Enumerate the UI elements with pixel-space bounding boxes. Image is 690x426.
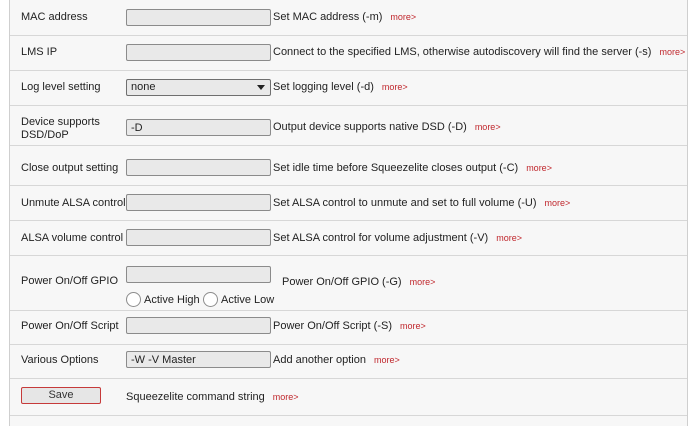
power-script-description: Power On/Off Script (-S) more> xyxy=(273,320,426,333)
unmute-alsa-desc-text: Set ALSA control to unmute and set to fu… xyxy=(273,197,537,209)
various-options-desc-text: Add another option xyxy=(273,354,366,366)
close-output-desc-text: Set idle time before Squeezelite closes … xyxy=(273,162,519,174)
unmute-alsa-input[interactable] xyxy=(126,194,271,211)
log-level-more-link[interactable]: more> xyxy=(382,82,408,92)
alsa-volume-label: ALSA volume control xyxy=(21,232,124,244)
close-output-label: Close output setting xyxy=(21,162,119,174)
lms-ip-desc-text: Connect to the specified LMS, otherwise … xyxy=(273,46,652,58)
power-script-desc-text: Power On/Off Script (-S) xyxy=(273,320,392,332)
row-save xyxy=(10,378,687,416)
log-level-select[interactable]: none xyxy=(126,79,271,96)
log-level-label: Log level setting xyxy=(21,81,101,93)
active-high-radio[interactable] xyxy=(126,292,141,307)
row-various-options: Various Options Add another option more> xyxy=(10,344,687,379)
mac-address-description: Set MAC address (-m) more> xyxy=(273,11,416,24)
lms-ip-input[interactable] xyxy=(126,44,271,61)
settings-panel: MAC address Set MAC address (-m) more> LM… xyxy=(9,0,688,426)
mac-address-desc-text: Set MAC address (-m) xyxy=(273,11,383,23)
row-dsd-dop: Device supports DSD/DoP Output device su… xyxy=(10,105,687,146)
power-gpio-label: Power On/Off GPIO xyxy=(21,275,118,287)
alsa-volume-more-link[interactable]: more> xyxy=(496,233,522,243)
save-button[interactable]: Save xyxy=(21,387,101,404)
row-alsa-volume: ALSA volume control Set ALSA control for… xyxy=(10,220,687,256)
row-log-level: Log level setting none Set logging level… xyxy=(10,70,687,106)
alsa-volume-description: Set ALSA control for volume adjustment (… xyxy=(273,232,522,245)
lms-ip-description: Connect to the specified LMS, otherwise … xyxy=(273,46,685,59)
dsd-dop-more-link[interactable]: more> xyxy=(475,122,501,132)
row-mac-address: MAC address Set MAC address (-m) more> xyxy=(10,0,687,36)
log-level-desc-text: Set logging level (-d) xyxy=(273,81,374,93)
alsa-volume-desc-text: Set ALSA control for volume adjustment (… xyxy=(273,232,489,244)
close-output-description: Set idle time before Squeezelite closes … xyxy=(273,162,552,175)
unmute-alsa-more-link[interactable]: more> xyxy=(545,198,571,208)
dsd-dop-label: Device supports DSD/DoP xyxy=(21,116,100,141)
mac-address-label: MAC address xyxy=(21,11,88,23)
log-level-description: Set logging level (-d) more> xyxy=(273,81,408,94)
row-unmute-alsa: Unmute ALSA control Set ALSA control to … xyxy=(10,185,687,221)
power-script-more-link[interactable]: more> xyxy=(400,321,426,331)
log-level-selected-value: none xyxy=(131,81,156,93)
close-output-input[interactable] xyxy=(126,159,271,176)
various-options-description: Add another option more> xyxy=(273,354,400,367)
alsa-volume-input[interactable] xyxy=(126,229,271,246)
power-gpio-desc-text: Power On/Off GPIO (-G) xyxy=(282,276,402,288)
dsd-dop-description: Output device supports native DSD (-D) mo… xyxy=(273,121,501,134)
various-options-label: Various Options xyxy=(21,354,99,366)
unmute-alsa-description: Set ALSA control to unmute and set to fu… xyxy=(273,197,570,210)
lms-ip-more-link[interactable]: more> xyxy=(659,47,685,57)
active-high-label: Active High xyxy=(144,294,200,306)
active-low-label: Active Low xyxy=(221,294,275,306)
power-gpio-input[interactable] xyxy=(126,266,271,283)
various-options-more-link[interactable]: more> xyxy=(374,355,400,365)
unmute-alsa-label: Unmute ALSA control xyxy=(21,197,126,209)
active-low-radio[interactable] xyxy=(203,292,218,307)
power-script-label: Power On/Off Script xyxy=(21,320,119,332)
power-gpio-more-link[interactable]: more> xyxy=(410,277,436,287)
power-gpio-description: Power On/Off GPIO (-G) more> xyxy=(282,276,435,289)
row-power-gpio: Power On/Off GPIO Active High Active Low… xyxy=(10,255,687,311)
close-output-more-link[interactable]: more> xyxy=(526,163,552,173)
mac-address-input[interactable] xyxy=(126,9,271,26)
row-power-script: Power On/Off Script Power On/Off Script … xyxy=(10,310,687,345)
power-script-input[interactable] xyxy=(126,317,271,334)
row-close-output: Close output setting Set idle time befor… xyxy=(10,145,687,186)
row-lms-ip: LMS IP Connect to the specified LMS, oth… xyxy=(10,35,687,71)
various-options-input[interactable] xyxy=(126,351,271,368)
command-string-more-link[interactable]: more> xyxy=(273,392,299,402)
dsd-dop-desc-text: Output device supports native DSD (-D) xyxy=(273,121,467,133)
command-string-description: Squeezelite command string more> xyxy=(126,391,299,404)
chevron-down-icon xyxy=(257,85,265,90)
dsd-dop-input[interactable] xyxy=(126,119,271,136)
mac-address-more-link[interactable]: more> xyxy=(390,12,416,22)
lms-ip-label: LMS IP xyxy=(21,46,58,58)
command-string-desc-text: Squeezelite command string xyxy=(126,391,265,403)
